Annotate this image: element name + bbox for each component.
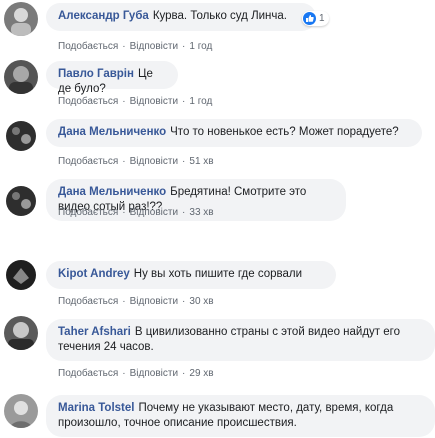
- like-link[interactable]: Подобається: [58, 156, 118, 167]
- comment-bubble: Александр Губа Курва. Только суд Линча.: [46, 3, 316, 31]
- comment-time[interactable]: 33 хв: [189, 207, 213, 218]
- comment-author[interactable]: Павло Гаврін: [58, 68, 134, 80]
- comment-time[interactable]: 30 хв: [189, 296, 213, 307]
- comment-author[interactable]: Дана Мельниченко: [58, 186, 166, 198]
- separator: ·: [122, 296, 126, 307]
- comment-author[interactable]: Kipot Andrey: [58, 268, 130, 280]
- separator: ·: [122, 207, 126, 218]
- reply-link[interactable]: Відповісти: [130, 296, 178, 307]
- like-link[interactable]: Подобається: [58, 296, 118, 307]
- comment-bubble: Павло Гаврін Це де було?: [46, 61, 178, 95]
- avatar[interactable]: [4, 2, 38, 36]
- like-link[interactable]: Подобається: [58, 96, 118, 107]
- comment-author[interactable]: Александр Губа: [58, 10, 149, 22]
- comment-time[interactable]: 29 хв: [189, 368, 213, 379]
- avatar[interactable]: [4, 60, 38, 94]
- comment-author[interactable]: Дана Мельниченко: [58, 126, 166, 138]
- comment-actions: Подобається · Відповісти · 1 год: [58, 96, 212, 107]
- avatar[interactable]: [4, 258, 38, 292]
- reply-link[interactable]: Відповісти: [130, 41, 178, 52]
- comment-bubble: Taher Afshari В цивилизованно страны с эт…: [46, 319, 435, 361]
- comment-bubble: Marina Tolstel Почему не указывают место,…: [46, 395, 435, 437]
- separator: ·: [122, 96, 126, 107]
- separator: ·: [122, 41, 126, 52]
- comment-actions: Подобається · Відповісти · 30 хв: [58, 296, 214, 307]
- comment-text: Что то новенькое есть? Может порадуете?: [170, 126, 399, 138]
- reaction-badge[interactable]: 1: [302, 11, 329, 26]
- comment-actions: Подобається · Відповісти · 29 хв: [58, 368, 214, 379]
- avatar[interactable]: [4, 184, 38, 218]
- separator: ·: [182, 156, 186, 167]
- separator: ·: [182, 41, 186, 52]
- like-link[interactable]: Подобається: [58, 41, 118, 52]
- separator: ·: [182, 96, 186, 107]
- comment-author[interactable]: Taher Afshari: [58, 326, 131, 338]
- avatar[interactable]: [4, 119, 38, 153]
- comment-bubble: Kipot Andrey Ну вы хоть пишите где сорвал…: [46, 261, 336, 289]
- reaction-count: 1: [319, 13, 325, 24]
- avatar[interactable]: [4, 316, 38, 350]
- comment-time[interactable]: 51 хв: [189, 156, 213, 167]
- comment-actions: Подобається · Відповісти · 51 хв: [0, 156, 214, 167]
- avatar[interactable]: [4, 394, 38, 428]
- separator: ·: [182, 207, 186, 218]
- reply-link[interactable]: Відповісти: [130, 156, 178, 167]
- like-link[interactable]: Подобається: [58, 368, 118, 379]
- comment-text: Курва. Только суд Линча.: [152, 10, 287, 22]
- comment-bubble: Дана Мельниченко Что то новенькое есть? М…: [46, 119, 422, 147]
- comment-time[interactable]: 1 год: [189, 96, 212, 107]
- comment-text: Ну вы хоть пишите где сорвали: [133, 268, 303, 280]
- separator: ·: [182, 368, 186, 379]
- reply-link[interactable]: Відповісти: [130, 368, 178, 379]
- comment-actions: Подобається · Відповісти · 1 год: [58, 41, 212, 52]
- reply-link[interactable]: Відповісти: [130, 207, 178, 218]
- comment-time[interactable]: 1 год: [189, 41, 212, 52]
- comment-author[interactable]: Marina Tolstel: [58, 402, 134, 414]
- like-link[interactable]: Подобається: [58, 207, 118, 218]
- separator: ·: [122, 156, 126, 167]
- reply-link[interactable]: Відповісти: [130, 96, 178, 107]
- comment-actions: Подобається · Відповісти · 33 хв: [58, 207, 214, 218]
- separator: ·: [122, 368, 126, 379]
- like-reaction-icon: [303, 12, 316, 25]
- separator: ·: [182, 296, 186, 307]
